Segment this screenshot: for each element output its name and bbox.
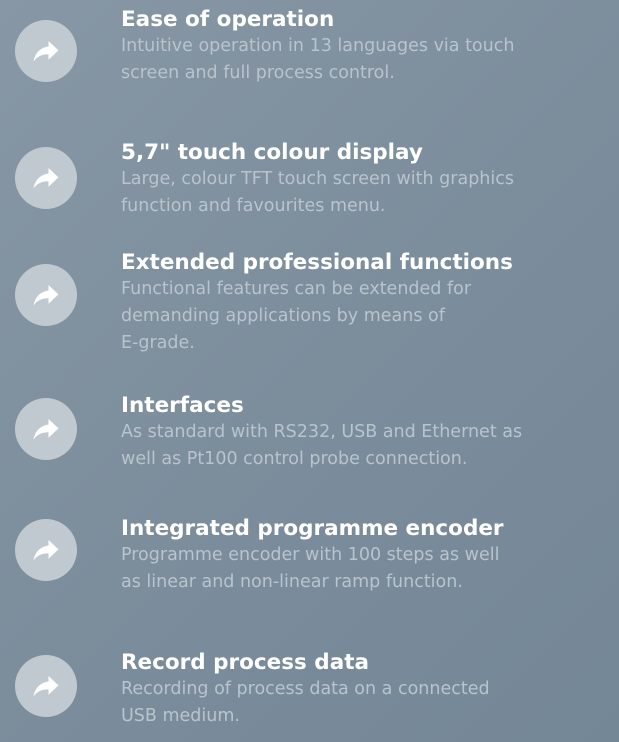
description-line: Large, colour TFT touch screen with grap…	[121, 169, 514, 189]
feature-description: Intuitive operation in 13 languages via …	[121, 33, 616, 87]
description-line: Intuitive operation in 13 languages via …	[121, 36, 515, 56]
description-line: well as Pt100 control probe connection.	[121, 449, 468, 469]
feature-title: Extended professional functions	[121, 250, 513, 275]
feature-title: Integrated programme encoder	[121, 516, 504, 541]
description-line: Functional features can be extended for	[121, 279, 472, 299]
share-arrow-icon	[15, 398, 77, 460]
description-line: as linear and non-linear ramp function.	[121, 572, 463, 592]
share-arrow-icon	[15, 655, 77, 717]
feature-title: Ease of operation	[121, 7, 335, 32]
feature-title: 5,7" touch colour display	[121, 140, 423, 165]
feature-description: Programme encoder with 100 steps as well…	[121, 542, 616, 596]
feature-title: Interfaces	[121, 393, 244, 418]
feature-description: Functional features can be extended for …	[121, 276, 616, 357]
share-arrow-icon	[15, 519, 77, 581]
description-line: USB medium.	[121, 706, 240, 726]
description-line: Programme encoder with 100 steps as well	[121, 545, 500, 565]
feature-title: Record process data	[121, 650, 369, 675]
description-line: demanding applications by means of	[121, 306, 445, 326]
description-line: Recording of process data on a connected	[121, 679, 490, 699]
description-line: screen and full process control.	[121, 63, 395, 83]
feature-description: Recording of process data on a connected…	[121, 676, 616, 730]
description-line: function and favourites menu.	[121, 196, 386, 216]
feature-description: As standard with RS232, USB and Ethernet…	[121, 419, 616, 473]
feature-description: Large, colour TFT touch screen with grap…	[121, 166, 616, 220]
share-arrow-icon	[15, 264, 77, 326]
share-arrow-icon	[15, 147, 77, 209]
description-line: E-grade.	[121, 333, 195, 353]
description-line: As standard with RS232, USB and Ethernet…	[121, 422, 523, 442]
share-arrow-icon	[15, 20, 77, 82]
